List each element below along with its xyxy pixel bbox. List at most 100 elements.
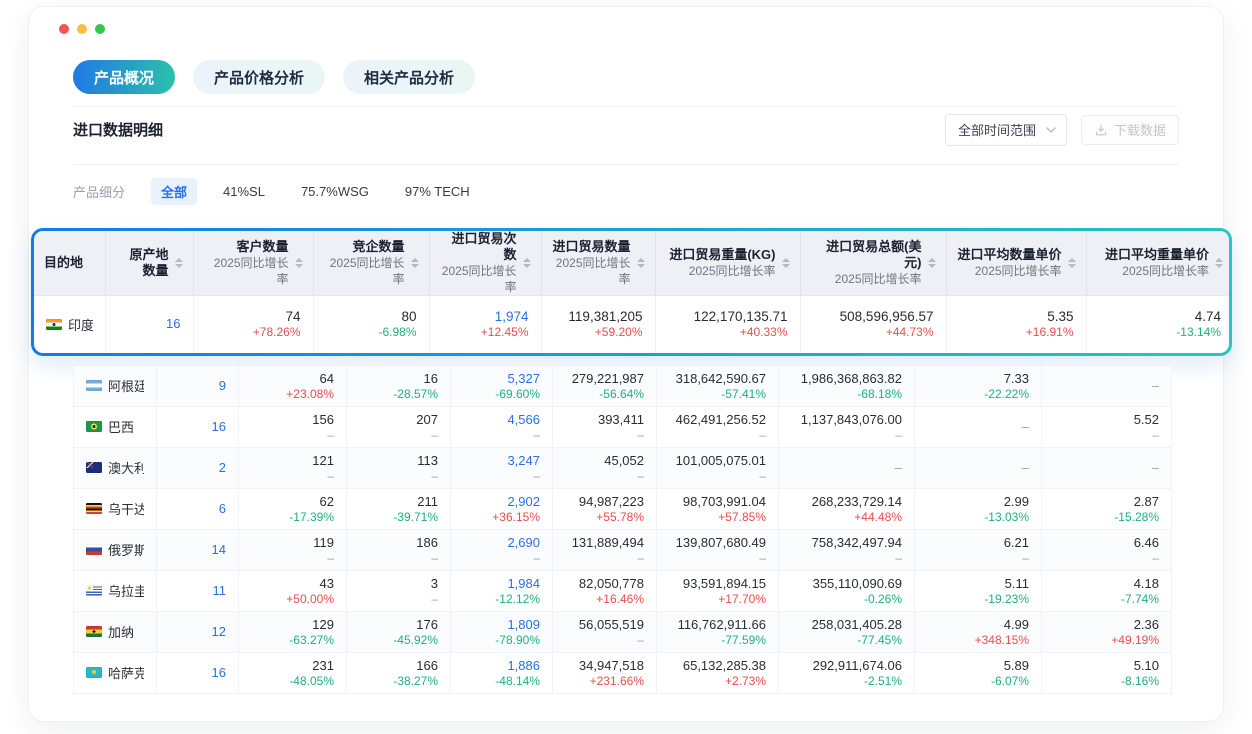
column-header[interactable]: 进口贸易数量2025同比增长率	[541, 231, 655, 296]
cell-value[interactable]: 3,247	[507, 452, 540, 469]
growth-value: –	[637, 633, 644, 648]
time-range-select[interactable]: 全部时间范围	[945, 114, 1067, 146]
growth-value: +23.08%	[286, 387, 334, 402]
origin-count-value[interactable]: 16	[212, 665, 226, 680]
value-cell: 101,005,075.01–	[657, 447, 779, 488]
growth-value: +2.73%	[725, 674, 766, 689]
cell-value: 5.11	[1005, 575, 1029, 592]
column-subtitle: 2025同比增长率	[440, 263, 517, 295]
column-title: 竞企数量	[324, 239, 405, 255]
filter-41-sl[interactable]: 41%SL	[213, 178, 275, 205]
maximize-window-icon[interactable]	[95, 24, 105, 34]
growth-value: +348.15%	[975, 633, 1029, 648]
growth-value: –	[533, 469, 540, 484]
growth-value: –	[759, 428, 766, 443]
tab-product-overview[interactable]: 产品概况	[73, 60, 175, 94]
origin-count-value[interactable]: 9	[219, 378, 226, 393]
column-title: 进口贸易数量	[552, 239, 631, 255]
sort-icon[interactable]	[523, 258, 531, 268]
value-cell: 116,762,911.66-77.59%	[657, 611, 779, 652]
origin-count-value[interactable]: 6	[219, 501, 226, 516]
sort-icon[interactable]	[782, 258, 790, 268]
value-cell: 119–	[239, 529, 347, 570]
origin-count-value[interactable]: 2	[219, 460, 226, 475]
close-window-icon[interactable]	[59, 24, 69, 34]
value-cell: –	[915, 406, 1042, 447]
destination-cell: 巴西	[74, 406, 157, 447]
download-button[interactable]: 下载数据	[1081, 115, 1179, 145]
value-cell: 64+23.08%	[239, 365, 347, 406]
cell-value[interactable]: 2,902	[507, 493, 540, 510]
sort-icon[interactable]	[928, 258, 936, 268]
cell-value: 279,221,987	[572, 370, 644, 387]
filter-97-tech[interactable]: 97% TECH	[395, 178, 480, 205]
column-header[interactable]: 进口贸易总额(美元)2025同比增长率	[800, 231, 946, 296]
filter-label: 产品细分	[73, 182, 125, 201]
column-header[interactable]: 进口贸易重量(KG)2025同比增长率	[655, 231, 800, 296]
cell-value: 758,342,497.94	[812, 534, 902, 551]
cell-value[interactable]: 1,809	[507, 616, 540, 633]
origin-count-value[interactable]: 12	[212, 624, 226, 639]
sort-icon[interactable]	[295, 258, 303, 268]
cell-value[interactable]: 1,886	[507, 657, 540, 674]
cell-value[interactable]: 2,690	[507, 534, 540, 551]
download-label: 下载数据	[1114, 120, 1166, 139]
value-cell: 355,110,090.69-0.26%	[779, 570, 915, 611]
origin-count-value[interactable]: 16	[212, 419, 226, 434]
cell-value: 80	[401, 308, 416, 325]
table-row: 俄罗斯14119–186–2,690–131,889,494–139,807,6…	[74, 529, 1172, 570]
value-cell: 5,327-69.60%	[451, 365, 553, 406]
value-cell: 65,132,285.38+2.73%	[657, 652, 779, 693]
cell-value[interactable]: 5,327	[507, 370, 540, 387]
growth-value: -13.14%	[1176, 325, 1221, 340]
sort-icon[interactable]	[1215, 258, 1223, 268]
column-title: 进口贸易总额(美元)	[811, 239, 922, 271]
growth-value: +36.15%	[492, 510, 540, 525]
value-cell: 5.35+16.91%	[946, 296, 1086, 353]
column-title: 进口贸易次数	[440, 231, 517, 263]
column-header[interactable]: 竞企数量2025同比增长率	[313, 231, 429, 296]
cell-value[interactable]: 4,566	[507, 411, 540, 428]
growth-value: -56.64%	[599, 387, 644, 402]
filter-all[interactable]: 全部	[151, 178, 197, 205]
minimize-window-icon[interactable]	[77, 24, 87, 34]
value-cell: 318,642,590.67-57.41%	[657, 365, 779, 406]
cell-value: 129	[312, 616, 334, 633]
growth-value: -28.57%	[393, 387, 438, 402]
column-header[interactable]: 进口平均数量单价2025同比增长率	[946, 231, 1086, 296]
cell-value: 119	[313, 534, 334, 551]
column-header[interactable]: 原产地数量	[105, 231, 193, 296]
growth-value: +49.19%	[1111, 633, 1159, 648]
growth-value: +16.91%	[1026, 325, 1074, 340]
value-cell: 166-38.27%	[347, 652, 451, 693]
cell-value: 56,055,519	[579, 616, 644, 633]
cell-value[interactable]: 1,974	[495, 308, 529, 325]
growth-value: –	[431, 469, 438, 484]
column-title: 进口平均数量单价	[957, 247, 1061, 263]
origin-count-value[interactable]: 16	[166, 316, 180, 331]
column-title: 数量	[129, 263, 168, 279]
column-header[interactable]: 客户数量2025同比增长率	[193, 231, 313, 296]
tab-product-price-analysis[interactable]: 产品价格分析	[193, 60, 325, 94]
value-cell: 4.74-13.14%	[1086, 296, 1229, 353]
country-name: 乌拉圭	[108, 581, 144, 600]
origin-count-value[interactable]: 14	[212, 542, 226, 557]
tab-related-product-analysis[interactable]: 相关产品分析	[343, 60, 475, 94]
sort-icon[interactable]	[175, 258, 183, 268]
value-cell: 5.11-19.23%	[915, 570, 1042, 611]
growth-value: +40.33%	[740, 325, 788, 340]
cell-value[interactable]: 1,984	[507, 575, 540, 592]
origin-count-value[interactable]: 11	[213, 583, 227, 598]
column-header[interactable]: 进口贸易次数2025同比增长率	[429, 231, 541, 296]
filter-75-7-wsg[interactable]: 75.7%WSG	[291, 178, 379, 205]
sort-icon[interactable]	[1068, 258, 1076, 268]
cell-value: 43	[320, 575, 334, 592]
value-cell: 16-28.57%	[347, 365, 451, 406]
growth-value: –	[895, 551, 902, 566]
sort-icon[interactable]	[637, 258, 645, 268]
column-header[interactable]: 进口平均重量单价2025同比增长率	[1086, 231, 1229, 296]
column-subtitle: 2025同比增长率	[957, 263, 1061, 279]
sort-icon[interactable]	[411, 258, 419, 268]
value-cell: 393,411–	[553, 406, 657, 447]
growth-value: -38.27%	[393, 674, 438, 689]
